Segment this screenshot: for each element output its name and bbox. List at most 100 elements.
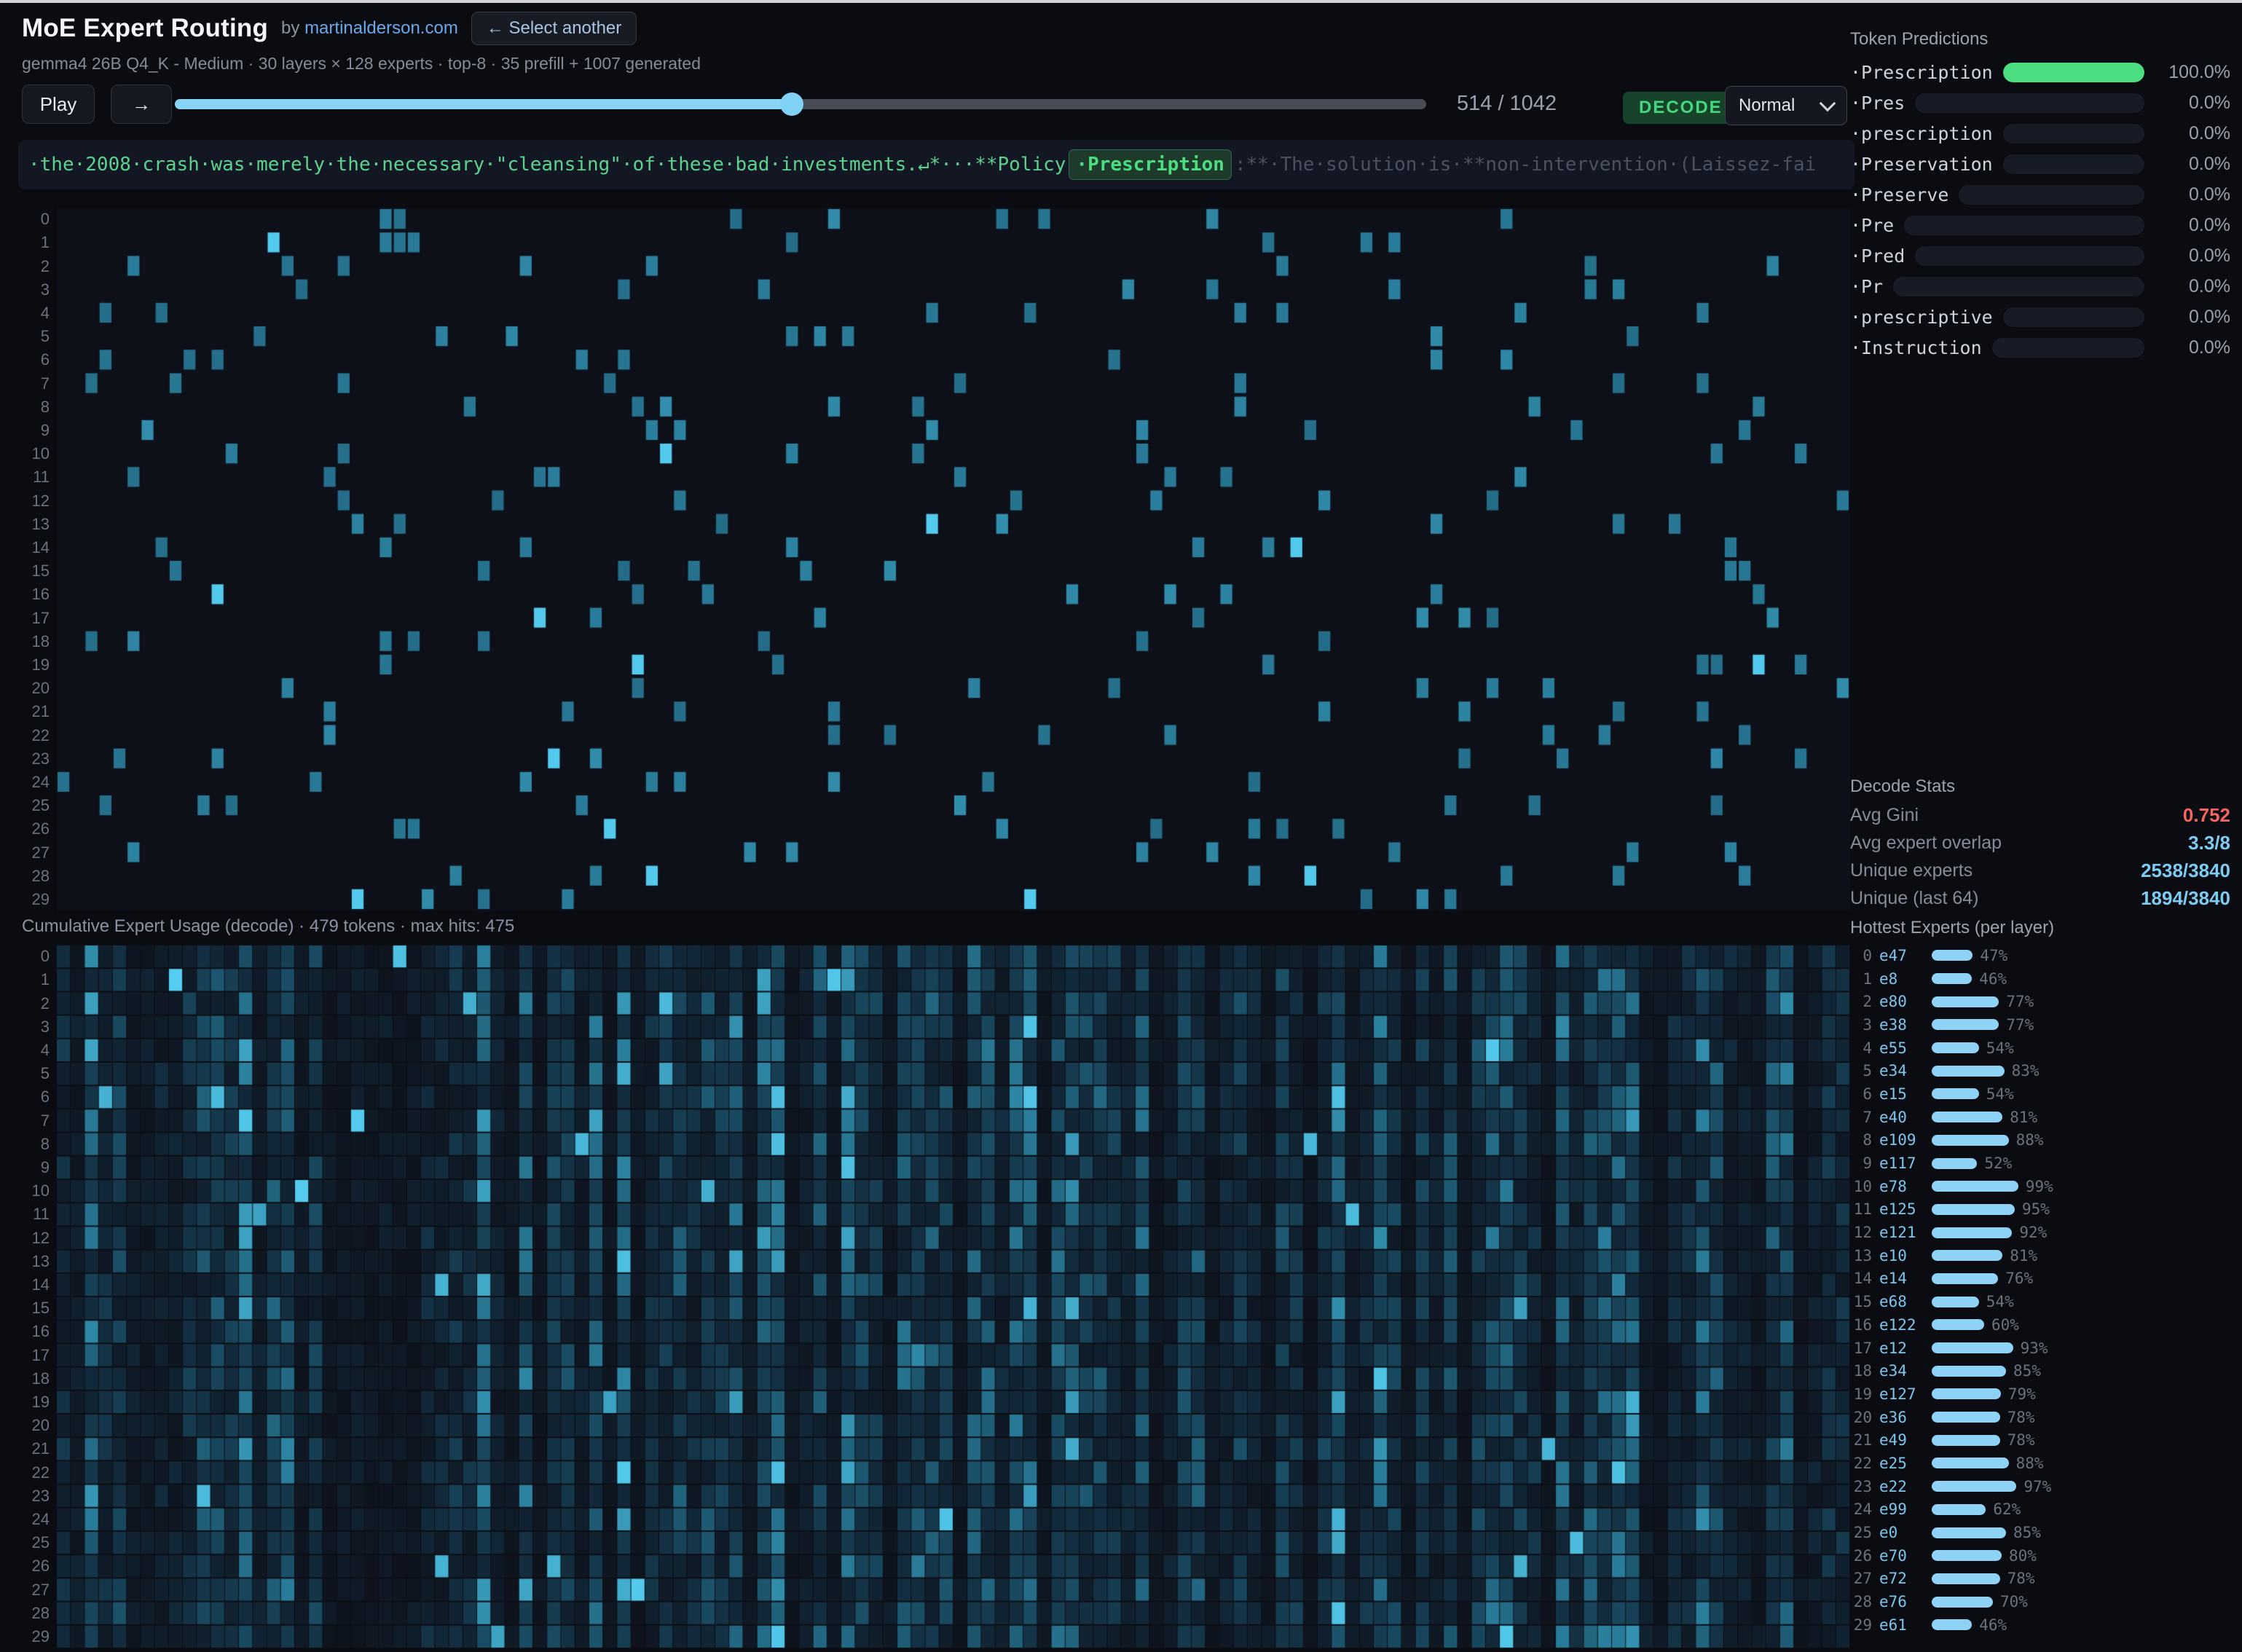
decode-phase-badge: DECODE <box>1623 92 1739 124</box>
prediction-token: ·Preservation <box>1850 154 1993 175</box>
expert-usage-bar <box>1932 1319 1984 1330</box>
tokens-before-current: ·the·2008·crash·was·merely·the·necessary… <box>28 154 1066 176</box>
prediction-row: ·Pres0.0% <box>1850 87 2230 118</box>
routing-heatmap[interactable] <box>57 208 1850 911</box>
expert-usage-bar <box>1932 1481 2016 1492</box>
expert-usage-bar <box>1932 1227 2012 1238</box>
timeline-slider[interactable] <box>175 99 1426 109</box>
timeline-slider-thumb[interactable] <box>780 93 803 116</box>
layer-row-label: 10 <box>10 1181 50 1200</box>
layer-number: 15 <box>1850 1293 1872 1310</box>
layer-row-label: 21 <box>10 702 50 721</box>
expert-usage-percent: 97% <box>2023 1478 2051 1495</box>
expert-id: e125 <box>1879 1200 1932 1218</box>
hottest-expert-row: 27e7278% <box>1850 1568 2230 1591</box>
prediction-percent: 0.0% <box>2155 93 2230 114</box>
layer-number: 1 <box>1850 970 1872 988</box>
stat-value: 2538/3840 <box>2141 860 2230 882</box>
chevron-down-icon <box>1820 95 1836 112</box>
hottest-expert-row: 21e4978% <box>1850 1428 2230 1452</box>
model-subtitle: gemma4 26B Q4_K - Medium · 30 layers × 1… <box>22 54 701 74</box>
expert-id: e25 <box>1879 1455 1932 1472</box>
expert-usage-bar <box>1932 1412 2000 1423</box>
token-predictions-list: ·Prescription100.0%·Pres0.0%·prescriptio… <box>1850 57 2230 363</box>
step-forward-button[interactable]: → <box>111 84 172 124</box>
hottest-expert-row: 14e1476% <box>1850 1267 2230 1291</box>
token-stream[interactable]: ·the·2008·crash·was·merely·the·necessary… <box>18 140 1854 189</box>
layer-row-label: 24 <box>10 1510 50 1529</box>
stat-row: Avg expert overlap3.3/8 <box>1850 829 2230 857</box>
layer-row-label: 22 <box>10 726 50 745</box>
layer-number: 20 <box>1850 1409 1872 1426</box>
layer-row-label: 20 <box>10 1416 50 1435</box>
prediction-token: ·Pre <box>1850 215 1894 236</box>
layer-row-label: 13 <box>10 515 50 534</box>
prediction-row: ·prescription0.0% <box>1850 118 2230 149</box>
layer-row-label: 29 <box>10 1627 50 1646</box>
speed-dropdown-value: Normal <box>1739 95 1795 116</box>
layer-number: 7 <box>1850 1109 1872 1126</box>
layer-number: 10 <box>1850 1178 1872 1195</box>
expert-id: e22 <box>1879 1478 1932 1495</box>
expert-id: e70 <box>1879 1547 1932 1565</box>
expert-usage-bar <box>1932 1297 1979 1307</box>
layer-number: 23 <box>1850 1478 1872 1495</box>
expert-usage-percent: 70% <box>2000 1593 2028 1610</box>
expert-id: e127 <box>1879 1385 1932 1403</box>
layer-row-label: 17 <box>10 609 50 628</box>
layer-row-label: 26 <box>10 1557 50 1576</box>
layer-row-label: 28 <box>10 1604 50 1623</box>
layer-row-label: 5 <box>10 327 50 346</box>
layer-number: 12 <box>1850 1224 1872 1241</box>
expert-id: e10 <box>1879 1247 1932 1264</box>
expert-usage-percent: 88% <box>2016 1131 2044 1149</box>
expert-usage-percent: 80% <box>2009 1547 2037 1565</box>
prediction-bar <box>1893 277 2144 296</box>
expert-usage-percent: 99% <box>2026 1178 2053 1195</box>
speed-dropdown[interactable]: Normal <box>1725 86 1847 125</box>
layer-row-label: 22 <box>10 1463 50 1482</box>
hottest-expert-row: 5e3483% <box>1850 1059 2230 1082</box>
layer-row-label: 15 <box>10 562 50 581</box>
hottest-expert-row: 13e1081% <box>1850 1244 2230 1267</box>
layer-row-label: 20 <box>10 679 50 698</box>
layer-row-label: 10 <box>10 444 50 463</box>
hottest-expert-row: 28e7670% <box>1850 1590 2230 1613</box>
cumulative-heatmap[interactable] <box>57 945 1850 1648</box>
select-another-button[interactable]: ← Select another <box>471 12 637 45</box>
expert-usage-percent: 83% <box>2012 1062 2040 1079</box>
right-panel: Token Predictions ·Prescription100.0%·Pr… <box>1850 0 2230 1652</box>
app-root: MoE Expert Routing by martinalderson.com… <box>0 0 2242 1652</box>
expert-usage-percent: 46% <box>1979 970 2007 988</box>
expert-usage-percent: 88% <box>2016 1455 2044 1472</box>
expert-usage-percent: 81% <box>2010 1109 2037 1126</box>
prediction-percent: 0.0% <box>2155 276 2230 297</box>
layer-row-label: 23 <box>10 750 50 768</box>
layer-number: 14 <box>1850 1270 1872 1287</box>
layer-row-label: 11 <box>10 1205 50 1224</box>
layer-row-label: 0 <box>10 947 50 966</box>
layer-row-label: 16 <box>10 1322 50 1341</box>
prediction-bar <box>1915 93 2144 113</box>
hottest-expert-row: 20 e36 78% <box>1850 1406 2230 1429</box>
layer-row-label: 8 <box>10 1135 50 1154</box>
expert-usage-percent: 78% <box>2007 1409 2035 1426</box>
expert-usage-bar <box>1932 1504 1986 1515</box>
expert-usage-percent: 77% <box>2006 993 2034 1010</box>
stat-row: Unique experts2538/3840 <box>1850 857 2230 884</box>
hottest-expert-row: 15e6854% <box>1850 1290 2230 1313</box>
byline-link[interactable]: martinalderson.com <box>304 18 458 38</box>
expert-usage-bar <box>1932 1250 2002 1261</box>
layer-row-label: 27 <box>10 1581 50 1600</box>
token-predictions-title: Token Predictions <box>1850 29 1988 50</box>
expert-id: e61 <box>1879 1616 1932 1634</box>
expert-id: e68 <box>1879 1293 1932 1310</box>
layer-number: 6 <box>1850 1085 1872 1103</box>
expert-usage-bar <box>1932 1342 2013 1353</box>
hottest-expert-row: 23 e22 97% <box>1850 1475 2230 1498</box>
expert-id: e55 <box>1879 1039 1932 1057</box>
play-button[interactable]: Play <box>22 84 95 124</box>
expert-id: e36 <box>1879 1409 1932 1426</box>
expert-usage-bar <box>1932 1204 2015 1215</box>
prediction-row: ·Pred0.0% <box>1850 240 2230 271</box>
